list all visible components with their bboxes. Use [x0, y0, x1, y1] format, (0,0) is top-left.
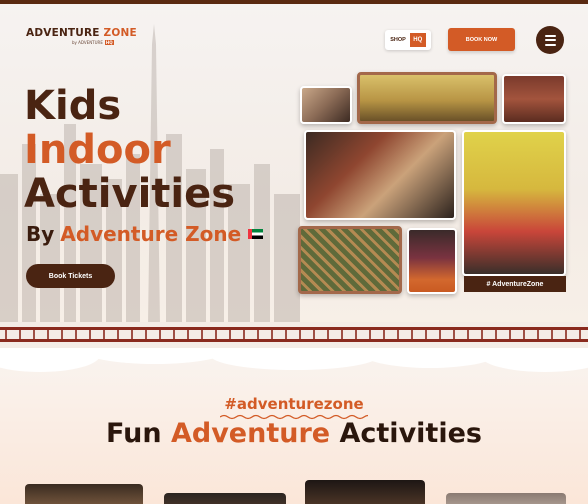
heading-word-fun: Fun [106, 418, 162, 449]
photo-crawl-tunnel [300, 86, 352, 124]
activity-card[interactable] [25, 484, 143, 504]
adventure-zone-logo[interactable]: ADVENTURE ZONE by ADVENTURE HQ [26, 27, 137, 45]
rope-fence-divider [0, 322, 588, 348]
book-now-button[interactable]: BOOK NOW [448, 28, 515, 51]
hamburger-menu-icon[interactable] [536, 26, 564, 54]
menu-bar [544, 39, 556, 41]
photo-climbing-hall [304, 130, 456, 220]
shop-label: SHOP [390, 37, 406, 43]
logo-subline: by ADVENTURE HQ [72, 40, 114, 45]
book-tickets-button[interactable]: Book Tickets [26, 264, 115, 288]
hero-title: Kids Indoor Activities [24, 84, 235, 216]
hashtag-badge: # AdventureZone [464, 276, 566, 292]
logo-word-adventure: ADVENTURE [26, 27, 100, 39]
hq-badge: HQ [409, 33, 426, 47]
cloud-decoration [480, 348, 588, 372]
shop-hq-button[interactable]: SHOP HQ [385, 30, 431, 50]
section-heading: Fun Adventure Activities [0, 418, 588, 449]
photo-trampoline [407, 228, 457, 294]
heading-word-adventure: Adventure [170, 418, 331, 449]
logo-sub-badge: HQ [104, 40, 114, 45]
hero-title-line-indoor: Indoor [24, 127, 171, 173]
hero-title-line-activities: Activities [24, 171, 236, 217]
menu-bar [544, 43, 556, 46]
cloud-decoration [360, 348, 500, 368]
cloud-decoration [210, 348, 380, 370]
hero-section: ADVENTURE ZONE by ADVENTURE HQ SHOP HQ B… [0, 4, 588, 324]
photo-ropes-course [357, 72, 497, 124]
photo-obstacle-room [502, 74, 566, 124]
activities-section: #adventurezone Fun Adventure Activities [0, 348, 588, 504]
uae-flag-icon [248, 229, 264, 239]
menu-bar [544, 34, 556, 37]
logo-word-zone: ZONE [103, 27, 137, 39]
hero-title-line-kids: Kids [24, 83, 122, 129]
activity-card[interactable] [446, 493, 566, 504]
photo-cargo-net [298, 226, 402, 294]
logo-sub-text: by ADVENTURE [72, 40, 103, 45]
logo-wordmark: ADVENTURE ZONE [26, 27, 137, 39]
photo-climbing-wall [462, 130, 566, 276]
cloud-decoration [80, 348, 230, 364]
section-hashtag: #adventurezone [224, 395, 364, 413]
activity-card[interactable] [164, 493, 286, 504]
subtitle-brand: Adventure Zone [60, 222, 242, 246]
hero-subtitle: By Adventure Zone [26, 222, 264, 246]
subtitle-by: By [26, 222, 55, 246]
activity-card[interactable] [305, 480, 425, 504]
heading-word-activities: Activities [339, 418, 482, 449]
